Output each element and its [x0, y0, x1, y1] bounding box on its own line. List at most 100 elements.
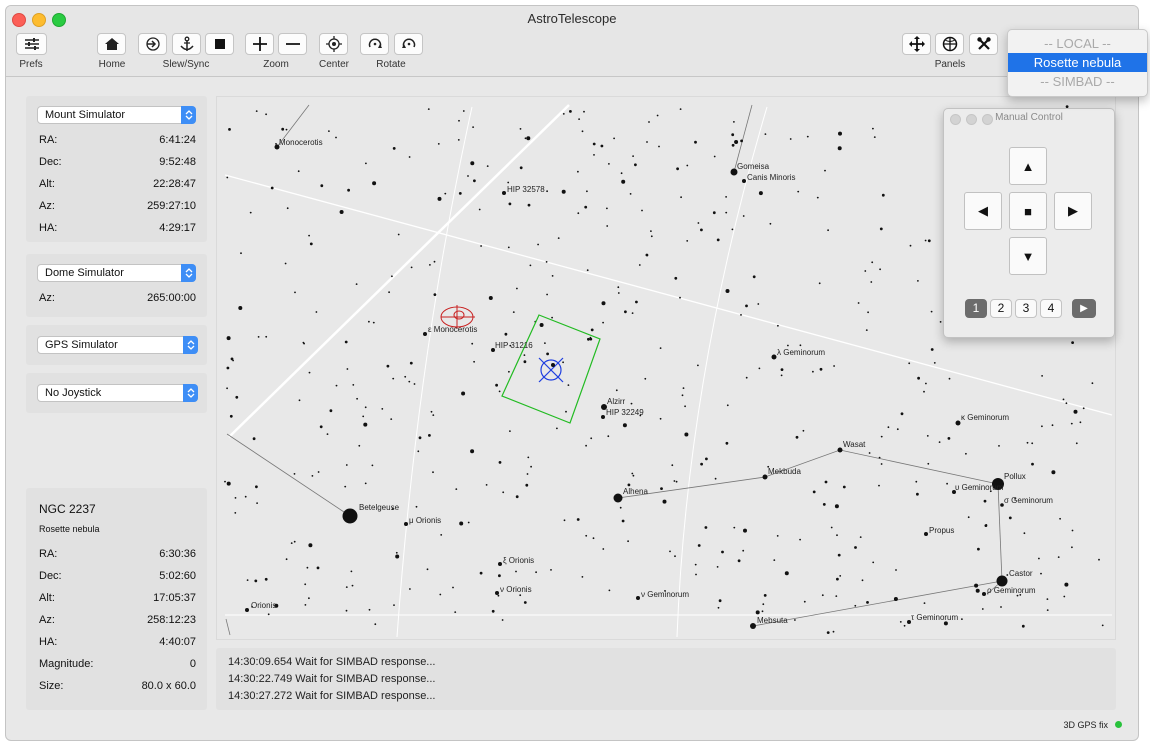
- stop-button[interactable]: [205, 33, 234, 55]
- background-star: [347, 188, 350, 192]
- star-label: λ Geminorum: [777, 348, 826, 357]
- background-star: [228, 128, 231, 131]
- background-star: [563, 519, 566, 522]
- background-star: [304, 583, 307, 586]
- background-star: [311, 475, 314, 477]
- background-star: [854, 546, 857, 549]
- zoom-in-button[interactable]: [245, 33, 274, 55]
- background-star: [1071, 341, 1074, 344]
- star-label: μ Orionis: [409, 516, 442, 525]
- zoom-out-button[interactable]: [278, 33, 307, 55]
- center-button[interactable]: [319, 33, 348, 55]
- background-star: [298, 399, 301, 402]
- background-star: [872, 561, 875, 564]
- background-star: [365, 162, 367, 165]
- background-star: [671, 464, 674, 467]
- constellation-line: [225, 618, 231, 636]
- home-button[interactable]: [97, 33, 126, 55]
- background-star: [372, 181, 377, 186]
- background-star: [392, 377, 395, 380]
- move-panel-button[interactable]: [902, 33, 931, 55]
- search-source-dropdown[interactable]: -- LOCAL -- Rosette nebula -- SIMBAD --: [1007, 29, 1148, 97]
- dome-device-select[interactable]: Dome Simulator: [37, 264, 196, 282]
- joystick-device-select[interactable]: No Joystick: [37, 384, 198, 402]
- background-star: [975, 588, 980, 593]
- move-down-button[interactable]: ▼: [1009, 237, 1047, 275]
- star-marker: [762, 474, 768, 480]
- background-star: [328, 130, 330, 132]
- background-star: [686, 164, 689, 167]
- log-panel[interactable]: 14:30:09.654 Wait for SIMBAD response...…: [216, 648, 1116, 710]
- slew-button[interactable]: [138, 33, 167, 55]
- stop-motion-button[interactable]: ■: [1009, 192, 1047, 230]
- background-star: [444, 192, 447, 195]
- speed-page-1-button[interactable]: 1: [965, 299, 987, 318]
- background-star: [470, 161, 475, 166]
- star-label: ξ Orionis: [503, 556, 535, 565]
- prefs-button[interactable]: [16, 33, 47, 55]
- background-star: [965, 452, 967, 455]
- background-star: [613, 137, 615, 140]
- background-star: [590, 328, 594, 332]
- background-star: [909, 244, 912, 247]
- constellation-line: [997, 483, 1003, 582]
- target-ha-row: HA: 4:40:07: [39, 636, 196, 648]
- background-star: [938, 441, 941, 443]
- background-star: [878, 484, 880, 487]
- mount-device-select[interactable]: Mount Simulator: [37, 106, 196, 124]
- move-up-button[interactable]: ▲: [1009, 147, 1047, 185]
- rotate-cw-button[interactable]: [360, 33, 389, 55]
- star-label: ν Orionis: [500, 585, 532, 594]
- background-star: [816, 196, 819, 199]
- background-star: [923, 390, 925, 393]
- fov-frame: [501, 314, 601, 424]
- background-star: [872, 127, 874, 130]
- background-star: [1101, 624, 1104, 627]
- background-star: [903, 624, 906, 627]
- gps-device-select[interactable]: GPS Simulator: [37, 336, 198, 354]
- move-left-button[interactable]: ◀: [964, 192, 1002, 230]
- background-star: [308, 597, 310, 600]
- mount-az-label: Az:: [39, 200, 55, 212]
- star-label: HIP 32578: [507, 185, 545, 194]
- sky-panel-button[interactable]: [935, 33, 964, 55]
- background-star: [264, 577, 268, 581]
- background-star: [285, 128, 288, 131]
- slew-sync-label: Slew/Sync: [162, 59, 210, 70]
- rotate-ccw-button[interactable]: [394, 33, 423, 55]
- background-star: [624, 310, 627, 314]
- background-star: [393, 604, 395, 606]
- dropdown-option-rosette-nebula[interactable]: Rosette nebula: [1008, 53, 1147, 72]
- background-star: [713, 155, 716, 158]
- background-star: [838, 131, 842, 136]
- target-magnitude-label: Magnitude:: [39, 658, 94, 670]
- star-marker: [423, 332, 427, 336]
- background-star: [515, 495, 519, 499]
- speed-page-2-button[interactable]: 2: [990, 299, 1012, 318]
- play-button[interactable]: ▶: [1072, 299, 1096, 318]
- speed-page-4-button[interactable]: 4: [1040, 299, 1062, 318]
- background-star: [835, 595, 838, 597]
- move-right-button[interactable]: ▶: [1054, 192, 1092, 230]
- background-star: [226, 176, 229, 179]
- grid-line: [396, 106, 473, 638]
- background-star: [388, 291, 390, 294]
- tools-panel-button[interactable]: [969, 33, 998, 55]
- background-star: [459, 521, 464, 526]
- sync-button[interactable]: [172, 33, 201, 55]
- target-magnitude-value: 0: [189, 658, 196, 670]
- background-star: [947, 437, 951, 440]
- background-star: [757, 303, 760, 305]
- background-star: [967, 516, 970, 519]
- background-star: [621, 179, 626, 184]
- background-star: [648, 121, 650, 123]
- background-star: [577, 170, 579, 173]
- speed-page-3-button[interactable]: 3: [1015, 299, 1037, 318]
- background-star: [344, 485, 347, 488]
- background-star: [339, 210, 344, 214]
- star-marker: [996, 575, 1008, 587]
- background-star: [627, 540, 629, 543]
- background-star: [601, 301, 606, 306]
- background-star: [780, 368, 784, 371]
- background-star: [1098, 558, 1100, 561]
